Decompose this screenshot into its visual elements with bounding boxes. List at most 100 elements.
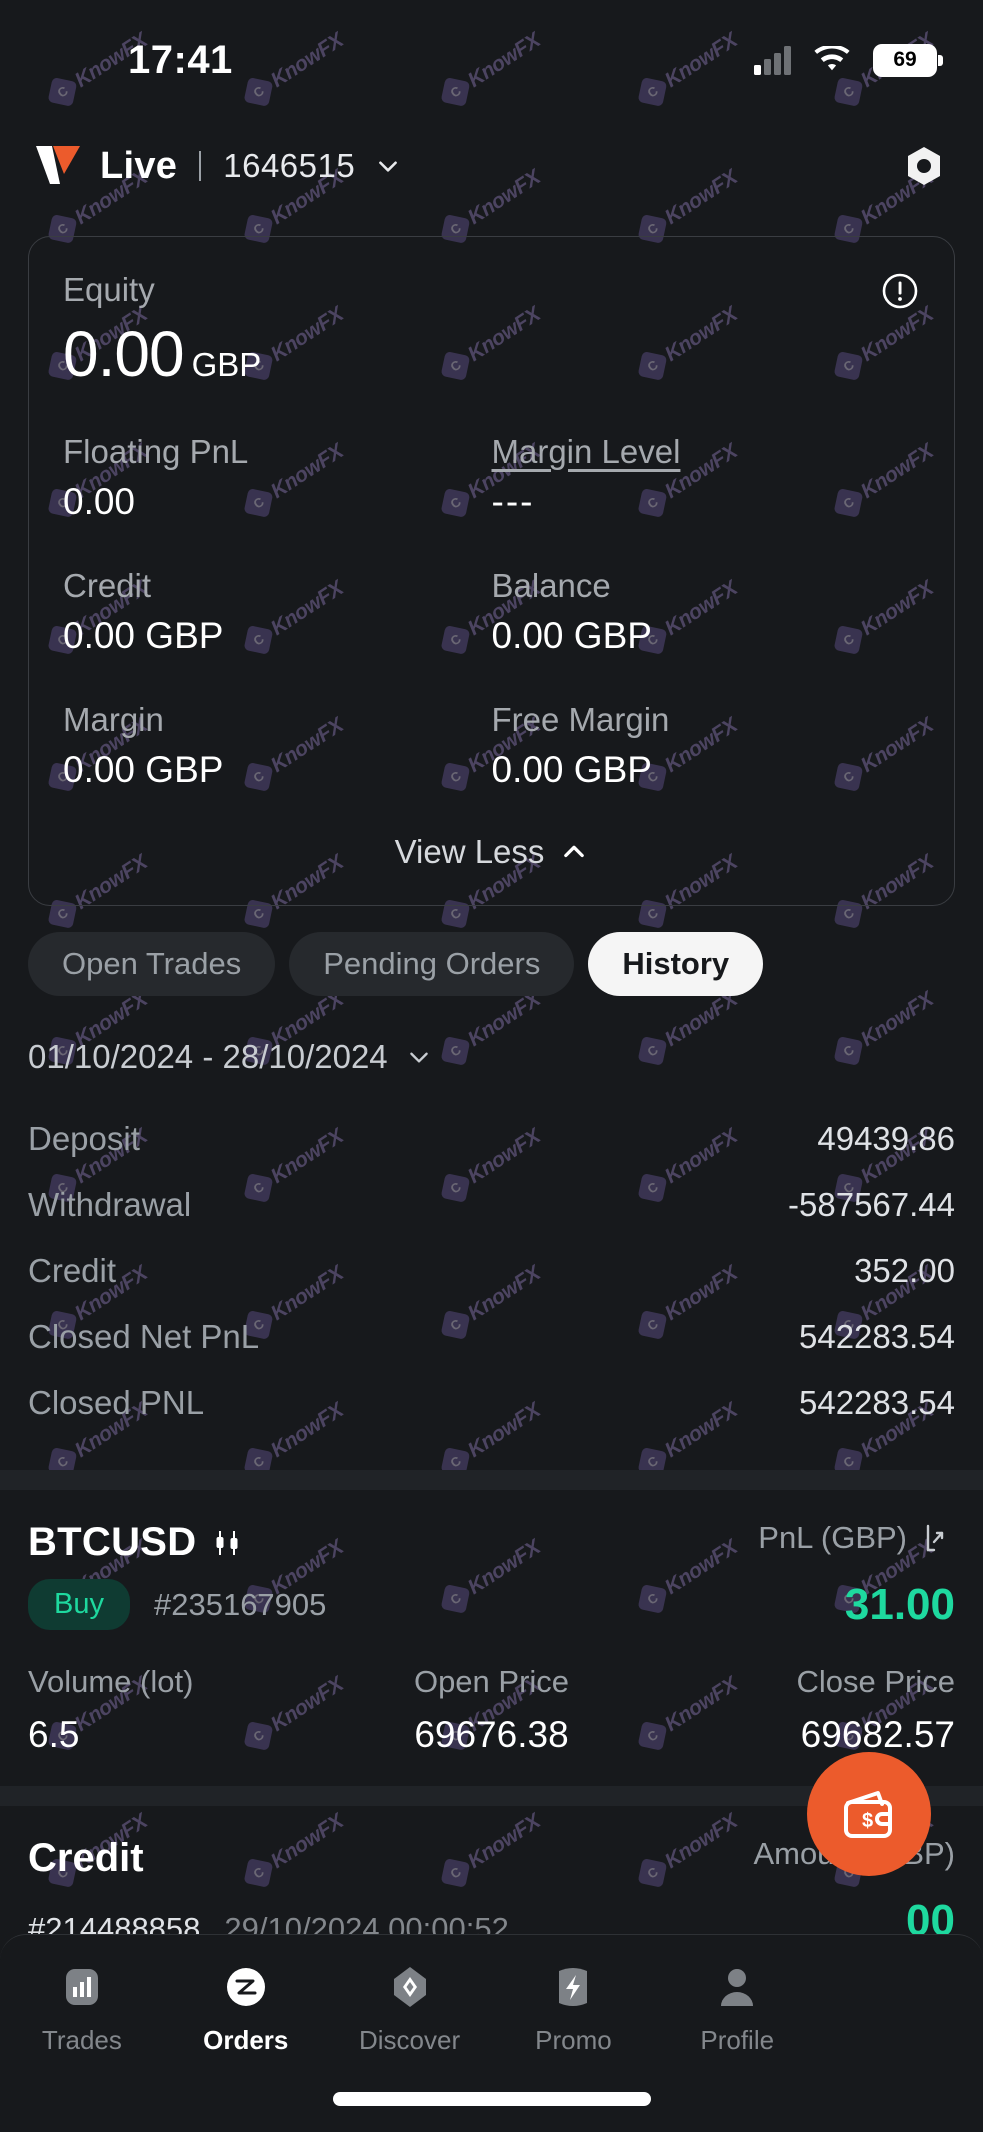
summary-row: Withdrawal -587567.44 — [28, 1172, 955, 1238]
stat-free-margin: Free Margin 0.00 GBP — [492, 701, 921, 791]
section-divider — [0, 1470, 983, 1490]
stat-margin-level: Margin Level --- — [492, 433, 921, 523]
date-range-filter[interactable]: 01/10/2024 - 28/10/2024 — [0, 996, 983, 1076]
summary-row: Credit 352.00 — [28, 1238, 955, 1304]
chevron-down-icon — [409, 1052, 428, 1063]
hex-nut-icon[interactable] — [901, 143, 947, 189]
candlestick-icon[interactable] — [210, 1525, 246, 1561]
account-type-label: Live — [100, 144, 178, 187]
stat-margin: Margin 0.00 GBP — [63, 701, 492, 791]
bar-chart-icon — [56, 1961, 108, 2013]
stat-label: Free Margin — [491, 701, 670, 738]
nav-label: Promo — [535, 2025, 612, 2055]
chevron-up-icon — [564, 845, 585, 858]
bottom-nav-items: Trades Orders Discover Promo Profile — [0, 1935, 983, 2056]
stat-value: 0.00 GBP — [491, 749, 652, 790]
info-circle-icon[interactable] — [880, 271, 920, 311]
battery-percent: 69 — [893, 48, 917, 71]
trade-symbol: BTCUSD — [28, 1520, 197, 1564]
equity-value: 0.00 GBP — [63, 317, 920, 391]
chevron-down-icon[interactable] — [375, 153, 401, 179]
equity-amount: 0.00 — [63, 318, 185, 390]
wallet-fab-button[interactable]: $ — [807, 1752, 931, 1876]
stat-value: --- — [491, 481, 535, 522]
trade-tabs: Open Trades Pending Orders History — [0, 906, 983, 996]
stat-label: Floating PnL — [63, 433, 249, 470]
stat-value: 0.00 GBP — [491, 615, 652, 656]
trade-pnl-value: 31.00 — [844, 1579, 955, 1629]
stat-value: 0.00 GBP — [63, 615, 224, 656]
date-range-label: 01/10/2024 - 28/10/2024 — [28, 1038, 388, 1075]
status-bar: 17:41 69 — [0, 0, 983, 120]
nav-item-discover[interactable]: Discover — [328, 1961, 492, 2056]
detail-value: 6.5 — [28, 1714, 80, 1755]
stat-floating-pnl: Floating PnL 0.00 — [63, 433, 492, 523]
tab-open-trades[interactable]: Open Trades — [28, 932, 276, 996]
trade-history-item[interactable]: BTCUSD PnL (GBP) Buy #235167905 31.00 Vo… — [0, 1490, 983, 1786]
detail-header: Close Price — [796, 1664, 956, 1699]
view-less-toggle[interactable]: View Less — [63, 791, 920, 905]
trade-detail-close-price: Close Price 69682.57 — [646, 1664, 956, 1756]
stat-label[interactable]: Margin Level — [492, 433, 921, 471]
trade-detail-volume: Volume (lot) 6.5 — [28, 1664, 337, 1756]
summary-value: 542283.54 — [799, 1318, 955, 1355]
summary-key: Deposit — [28, 1120, 140, 1157]
credit-title: Credit — [28, 1836, 144, 1880]
nav-item-trades[interactable]: Trades — [0, 1961, 164, 2056]
stat-label: Margin — [63, 701, 164, 738]
lightning-icon — [547, 1961, 599, 2013]
nav-label: Profile — [700, 2025, 775, 2055]
summary-key: Closed PNL — [28, 1384, 205, 1421]
summary-row: Closed PNL 542283.54 — [28, 1370, 955, 1436]
tab-pending-orders[interactable]: Pending Orders — [289, 932, 575, 996]
wallet-icon: $ — [844, 1791, 892, 1838]
summary-value: 542283.54 — [799, 1384, 955, 1421]
stat-credit: Credit 0.00 GBP — [63, 567, 492, 657]
trade-pnl-header: PnL (GBP) — [758, 1520, 955, 1556]
svg-text:$: $ — [862, 1810, 873, 1832]
nav-label: Trades — [41, 2025, 122, 2055]
summary-value: -587567.44 — [788, 1186, 955, 1223]
summary-key: Credit — [28, 1252, 117, 1289]
trade-pnl-label: PnL (GBP) — [758, 1520, 907, 1555]
header-divider — [199, 151, 202, 181]
trade-side-badge: Buy — [28, 1579, 130, 1630]
home-indicator — [332, 2092, 651, 2106]
nav-label: Discover — [359, 2025, 461, 2055]
view-less-label: View Less — [394, 833, 545, 870]
app-screen: 17:41 69 Live 1646515 Equity 0.00 GBP Fl… — [0, 0, 983, 2132]
detail-value: 69676.38 — [414, 1714, 569, 1755]
equity-header: Equity — [63, 271, 920, 311]
trade-detail-open-price: Open Price 69676.38 — [337, 1664, 646, 1756]
detail-value: 69682.57 — [800, 1714, 955, 1755]
stat-value: 0.00 — [63, 481, 136, 522]
nav-item-orders[interactable]: Orders — [164, 1961, 328, 2056]
nav-item-profile[interactable]: Profile — [655, 1961, 819, 2056]
brand-logo-icon — [36, 146, 80, 184]
detail-header: Volume (lot) — [28, 1664, 194, 1699]
equity-stats-grid: Floating PnL 0.00 Margin Level --- Credi… — [63, 433, 920, 791]
summary-key: Withdrawal — [28, 1186, 192, 1223]
summary-key: Closed Net PnL — [28, 1318, 260, 1355]
summary-value: 352.00 — [854, 1252, 955, 1289]
stat-balance: Balance 0.00 GBP — [492, 567, 921, 657]
share-chart-icon[interactable] — [923, 1522, 955, 1554]
tab-history[interactable]: History — [588, 932, 764, 996]
bottom-navigation: Trades Orders Discover Promo Profile — [0, 1934, 983, 2132]
equity-currency: GBP — [191, 346, 262, 383]
status-bar-indicators: 69 — [754, 43, 943, 77]
stat-value: 0.00 GBP — [63, 749, 224, 790]
nav-item-promo[interactable]: Promo — [491, 1961, 655, 2056]
trade-meta-left: Buy #235167905 — [28, 1579, 326, 1630]
summary-value: 49439.86 — [817, 1120, 955, 1157]
equity-label: Equity — [63, 271, 155, 308]
battery-indicator: 69 — [873, 43, 943, 77]
stat-label: Balance — [491, 567, 611, 604]
account-number[interactable]: 1646515 — [223, 147, 355, 185]
status-bar-clock: 17:41 — [128, 37, 233, 82]
trade-details: Volume (lot) 6.5 Open Price 69676.38 Clo… — [28, 1664, 955, 1756]
summary-row: Deposit 49439.86 — [28, 1106, 955, 1172]
equity-card: Equity 0.00 GBP Floating PnL 0.00 Margin … — [28, 236, 955, 906]
trade-meta: Buy #235167905 31.00 — [28, 1579, 955, 1630]
diamond-compass-icon — [384, 1961, 436, 2013]
